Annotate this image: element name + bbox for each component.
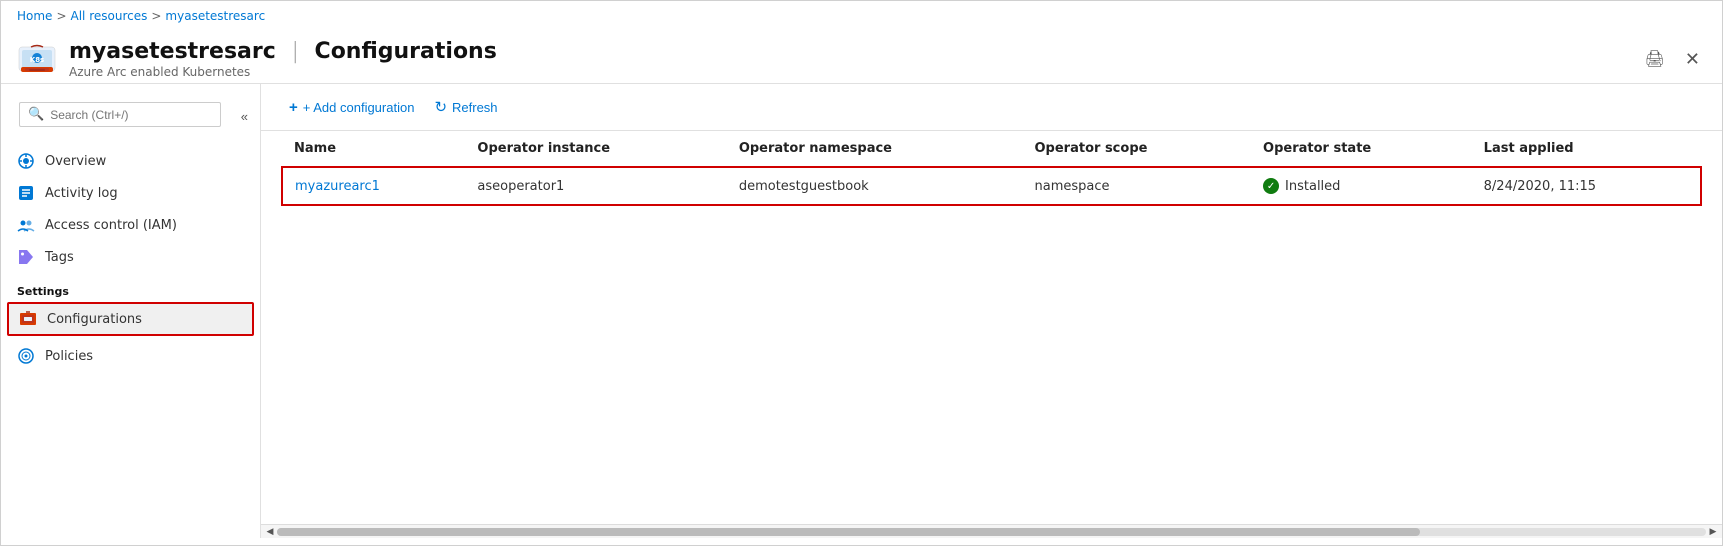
- toolbar: + + Add configuration ↻ Refresh: [261, 84, 1722, 131]
- main-content: + + Add configuration ↻ Refresh Name Ope…: [261, 84, 1722, 538]
- col-operator-scope: Operator scope: [1023, 131, 1252, 167]
- sidebar-item-tags[interactable]: Tags: [1, 241, 260, 273]
- policies-icon: [17, 347, 35, 365]
- col-operator-state: Operator state: [1251, 131, 1472, 167]
- page-title: myasetestresarc | Configurations: [69, 39, 497, 64]
- page-header: K8s myasetestresarc | Configurations Azu…: [1, 31, 1722, 84]
- sidebar-item-access-control-label: Access control (IAM): [45, 218, 177, 233]
- scroll-right-arrow[interactable]: ▶: [1706, 525, 1720, 539]
- add-configuration-label: + Add configuration: [303, 100, 415, 115]
- add-icon: +: [289, 99, 298, 116]
- col-operator-instance: Operator instance: [465, 131, 726, 167]
- page-subtitle: Azure Arc enabled Kubernetes: [69, 65, 497, 79]
- page-title-block: myasetestresarc | Configurations Azure A…: [69, 39, 497, 79]
- refresh-icon: ↻: [434, 98, 447, 116]
- sidebar-item-overview[interactable]: Overview: [1, 145, 260, 177]
- add-configuration-button[interactable]: + + Add configuration: [281, 95, 422, 120]
- page-header-left: K8s myasetestresarc | Configurations Azu…: [17, 39, 497, 79]
- svg-text:K8s: K8s: [30, 56, 44, 64]
- refresh-button[interactable]: ↻ Refresh: [426, 94, 505, 120]
- activity-log-icon: [17, 184, 35, 202]
- configurations-table: Name Operator instance Operator namespac…: [281, 131, 1702, 206]
- cell-last-applied: 8/24/2020, 11:15: [1472, 167, 1701, 205]
- sidebar-item-configurations-label: Configurations: [47, 312, 142, 327]
- table-header-row: Name Operator instance Operator namespac…: [282, 131, 1701, 167]
- sidebar-item-overview-label: Overview: [45, 154, 106, 169]
- cell-operator-scope: namespace: [1023, 167, 1252, 205]
- cell-operator-instance: aseoperator1: [465, 167, 726, 205]
- col-name: Name: [282, 131, 465, 167]
- sidebar-item-activity-log[interactable]: Activity log: [1, 177, 260, 209]
- checkmark-icon: ✓: [1267, 181, 1275, 192]
- breadcrumb-sep2: >: [151, 9, 161, 23]
- scroll-track[interactable]: [277, 528, 1706, 536]
- page-header-actions: 🖨 ✕: [1639, 45, 1706, 74]
- status-installed-icon: ✓: [1263, 178, 1279, 194]
- cell-operator-namespace: demotestguestbook: [727, 167, 1023, 205]
- search-input[interactable]: [50, 108, 212, 122]
- print-button[interactable]: 🖨: [1639, 45, 1671, 73]
- breadcrumb-sep1: >: [56, 9, 66, 23]
- search-icon: 🔍: [28, 107, 44, 122]
- breadcrumb-all-resources[interactable]: All resources: [71, 9, 148, 23]
- print-icon: 🖨: [1645, 51, 1665, 68]
- configurations-icon: [19, 310, 37, 328]
- sidebar-item-configurations[interactable]: Configurations: [7, 302, 254, 336]
- table-row[interactable]: myazurearc1 aseoperator1 demotestguestbo…: [282, 167, 1701, 205]
- search-box[interactable]: 🔍: [19, 102, 221, 127]
- horizontal-scrollbar[interactable]: ◀ ▶: [261, 524, 1722, 538]
- title-separator: |: [291, 39, 298, 64]
- status-label: Installed: [1285, 179, 1340, 194]
- table-container: Name Operator instance Operator namespac…: [261, 131, 1722, 524]
- scroll-thumb: [277, 528, 1420, 536]
- config-name-link[interactable]: myazurearc1: [295, 179, 380, 194]
- col-last-applied: Last applied: [1472, 131, 1701, 167]
- scroll-left-arrow[interactable]: ◀: [263, 525, 277, 539]
- close-icon: ✕: [1685, 49, 1700, 69]
- col-operator-namespace: Operator namespace: [727, 131, 1023, 167]
- sidebar-item-activity-log-label: Activity log: [45, 186, 118, 201]
- refresh-label: Refresh: [452, 100, 498, 115]
- collapse-sidebar-button[interactable]: «: [237, 109, 252, 124]
- access-control-icon: [17, 216, 35, 234]
- close-button[interactable]: ✕: [1679, 45, 1706, 74]
- settings-section-label: Settings: [1, 273, 260, 302]
- breadcrumb: Home > All resources > myasetestresarc: [1, 1, 1722, 31]
- cell-operator-state: ✓ Installed: [1251, 167, 1472, 205]
- sidebar: 🔍 « Overview Activity log: [1, 84, 261, 538]
- overview-icon: [17, 152, 35, 170]
- resource-icon: K8s: [17, 39, 57, 79]
- sidebar-item-policies[interactable]: Policies: [1, 340, 260, 372]
- sidebar-item-access-control[interactable]: Access control (IAM): [1, 209, 260, 241]
- sidebar-item-tags-label: Tags: [45, 250, 74, 265]
- tags-icon: [17, 248, 35, 266]
- cell-name: myazurearc1: [282, 167, 465, 205]
- sidebar-item-policies-label: Policies: [45, 349, 93, 364]
- breadcrumb-home[interactable]: Home: [17, 9, 52, 23]
- breadcrumb-resource[interactable]: myasetestresarc: [165, 9, 265, 23]
- layout: 🔍 « Overview Activity log: [1, 84, 1722, 538]
- status-cell: ✓ Installed: [1263, 178, 1460, 194]
